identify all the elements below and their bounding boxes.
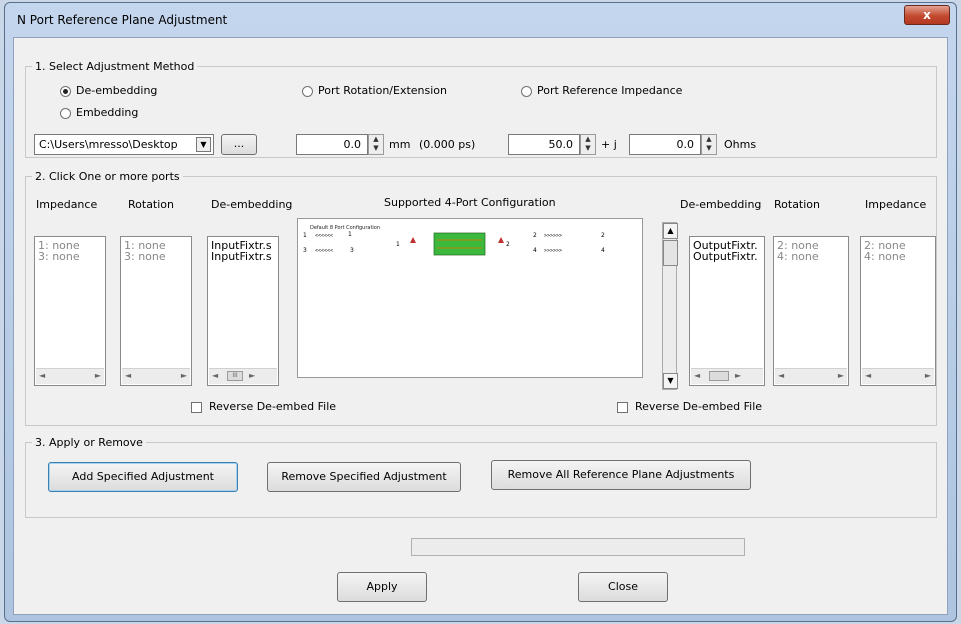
- impedance-real-spinner[interactable]: ▲ ▼: [580, 134, 596, 155]
- left-deembedding-list[interactable]: InputFixtr.s InputFixtr.s ◄ III ►: [207, 236, 279, 386]
- list-item[interactable]: 2: none: [774, 240, 848, 251]
- diagram-dots: <<<<<<: [315, 248, 333, 254]
- list-item[interactable]: 1: none: [121, 240, 191, 251]
- diagram-port-label: 1: [396, 241, 400, 248]
- right-rotation-list[interactable]: 2: none 4: none ◄ ►: [773, 236, 849, 386]
- list-item[interactable]: 2: none: [861, 240, 935, 251]
- fixture-marker-right: [498, 237, 504, 243]
- right-impedance-list[interactable]: 2: none 4: none ◄ ►: [860, 236, 936, 386]
- left-rotation-list[interactable]: 1: none 3: none ◄ ►: [120, 236, 192, 386]
- left-deembedding-header: De-embedding: [211, 198, 293, 211]
- close-button[interactable]: Close: [578, 572, 668, 602]
- supported-config-title: Supported 4-Port Configuration: [384, 196, 556, 209]
- remove-adjustment-button[interactable]: Remove Specified Adjustment: [267, 462, 461, 492]
- horizontal-scrollbar[interactable]: ◄ ►: [775, 368, 847, 384]
- apply-button[interactable]: Apply: [337, 572, 427, 602]
- scroll-thumb[interactable]: [663, 240, 678, 266]
- impedance-imag-spinner[interactable]: ▲ ▼: [701, 134, 717, 155]
- imaginary-j-label: + j: [601, 138, 617, 151]
- list-item[interactable]: OutputFixtr.: [690, 251, 764, 262]
- fixture-marker-left: [410, 237, 416, 243]
- deembedding-radio[interactable]: [60, 86, 71, 97]
- chevron-down-icon[interactable]: ▼: [196, 137, 211, 152]
- scroll-thumb[interactable]: [709, 371, 729, 381]
- right-deembedding-list[interactable]: OutputFixtr. OutputFixtr. ◄ ►: [689, 236, 765, 386]
- scroll-down-icon[interactable]: ▼: [663, 373, 678, 389]
- rotation-unit: mm: [389, 138, 411, 151]
- port-rotation-label: Port Rotation/Extension: [318, 84, 448, 97]
- diagram-port-label: 1: [348, 231, 352, 238]
- right-impedance-header: Impedance: [865, 198, 927, 211]
- diagram-port-label: 4: [533, 247, 537, 254]
- reverse-deembed-checkbox-right[interactable]: [617, 402, 628, 413]
- scroll-up-icon[interactable]: ▲: [663, 223, 678, 239]
- rotation-value-input[interactable]: 0.0: [296, 134, 368, 155]
- impedance-unit: Ohms: [724, 138, 757, 151]
- vertical-scrollbar[interactable]: ▲ ▼: [662, 222, 678, 390]
- progress-bar: [411, 538, 745, 556]
- window-title: N Port Reference Plane Adjustment: [17, 13, 228, 27]
- horizontal-scrollbar[interactable]: ◄ ►: [691, 368, 763, 384]
- horizontal-scrollbar[interactable]: ◄ III ►: [209, 368, 277, 384]
- fixture-block: [433, 232, 486, 256]
- left-rotation-header: Rotation: [128, 198, 175, 211]
- list-item[interactable]: 3: none: [35, 251, 105, 262]
- port-config-diagram[interactable]: Default 8 Port Configuration 1 <<<<<< 1 …: [297, 218, 643, 378]
- port-config-diagram-svg: Default 8 Port Configuration 1 <<<<<< 1 …: [303, 225, 605, 256]
- file-path-combo[interactable]: C:\Users\mresso\Desktop ▼: [34, 134, 214, 155]
- diagram-port-label: 3: [303, 247, 307, 254]
- remove-all-adjustments-button[interactable]: Remove All Reference Plane Adjustments: [491, 460, 751, 490]
- rotation-spinner[interactable]: ▲ ▼: [368, 134, 384, 155]
- diagram-port-label: 2: [506, 241, 510, 248]
- horizontal-scrollbar[interactable]: ◄ ►: [862, 368, 934, 384]
- impedance-imag-input[interactable]: 0.0: [629, 134, 701, 155]
- diagram-port-label: 1: [303, 232, 307, 239]
- left-impedance-header: Impedance: [36, 198, 98, 211]
- port-impedance-radio[interactable]: [521, 86, 532, 97]
- embedding-radio[interactable]: [60, 108, 71, 119]
- close-window-button[interactable]: x: [904, 5, 950, 25]
- diagram-dots: >>>>>>: [544, 248, 562, 254]
- ports-legend: 2. Click One or more ports: [35, 170, 180, 183]
- diagram-port-label: 2: [601, 232, 605, 239]
- scroll-thumb[interactable]: III: [227, 371, 243, 381]
- diagram-dots: <<<<<<: [315, 233, 333, 239]
- list-item[interactable]: 4: none: [774, 251, 848, 262]
- port-impedance-label: Port Reference Impedance: [537, 84, 683, 97]
- title-bar[interactable]: N Port Reference Plane Adjustment x: [5, 3, 956, 37]
- apply-remove-legend: 3. Apply or Remove: [35, 436, 143, 449]
- rotation-delay: (0.000 ps): [419, 138, 476, 151]
- deembedding-label: De-embedding: [76, 84, 158, 97]
- dialog-client-area: 1. Select Adjustment Method De-embedding…: [13, 37, 948, 615]
- diagram-dots: >>>>>>: [544, 233, 562, 239]
- reverse-deembed-label-right: Reverse De-embed File: [635, 400, 763, 413]
- horizontal-scrollbar[interactable]: ◄ ►: [36, 368, 104, 384]
- horizontal-scrollbar[interactable]: ◄ ►: [122, 368, 190, 384]
- reverse-deembed-checkbox-left[interactable]: [191, 402, 202, 413]
- embedding-label: Embedding: [76, 106, 139, 119]
- diagram-port-label: 2: [533, 232, 537, 239]
- diagram-port-label: 3: [350, 247, 354, 254]
- close-icon: x: [923, 8, 931, 22]
- list-item[interactable]: OutputFixtr.: [690, 240, 764, 251]
- dialog-window: N Port Reference Plane Adjustment x 1. S…: [4, 2, 957, 622]
- diagram-title: Default 8 Port Configuration: [310, 225, 380, 231]
- add-adjustment-button[interactable]: Add Specified Adjustment: [48, 462, 238, 492]
- right-rotation-header: Rotation: [774, 198, 821, 211]
- list-item[interactable]: InputFixtr.s: [208, 251, 278, 262]
- port-rotation-radio[interactable]: [302, 86, 313, 97]
- diagram-port-label: 4: [601, 247, 605, 254]
- browse-button[interactable]: ...: [221, 134, 257, 155]
- impedance-real-input[interactable]: 50.0: [508, 134, 580, 155]
- left-impedance-list[interactable]: 1: none 3: none ◄ ►: [34, 236, 106, 386]
- reverse-deembed-label-left: Reverse De-embed File: [209, 400, 337, 413]
- file-path-value: C:\Users\mresso\Desktop: [39, 138, 178, 151]
- list-item[interactable]: 4: none: [861, 251, 935, 262]
- list-item[interactable]: 3: none: [121, 251, 191, 262]
- right-deembedding-header: De-embedding: [680, 198, 762, 211]
- list-item[interactable]: 1: none: [35, 240, 105, 251]
- adjustment-method-legend: 1. Select Adjustment Method: [35, 60, 195, 73]
- list-item[interactable]: InputFixtr.s: [208, 240, 278, 251]
